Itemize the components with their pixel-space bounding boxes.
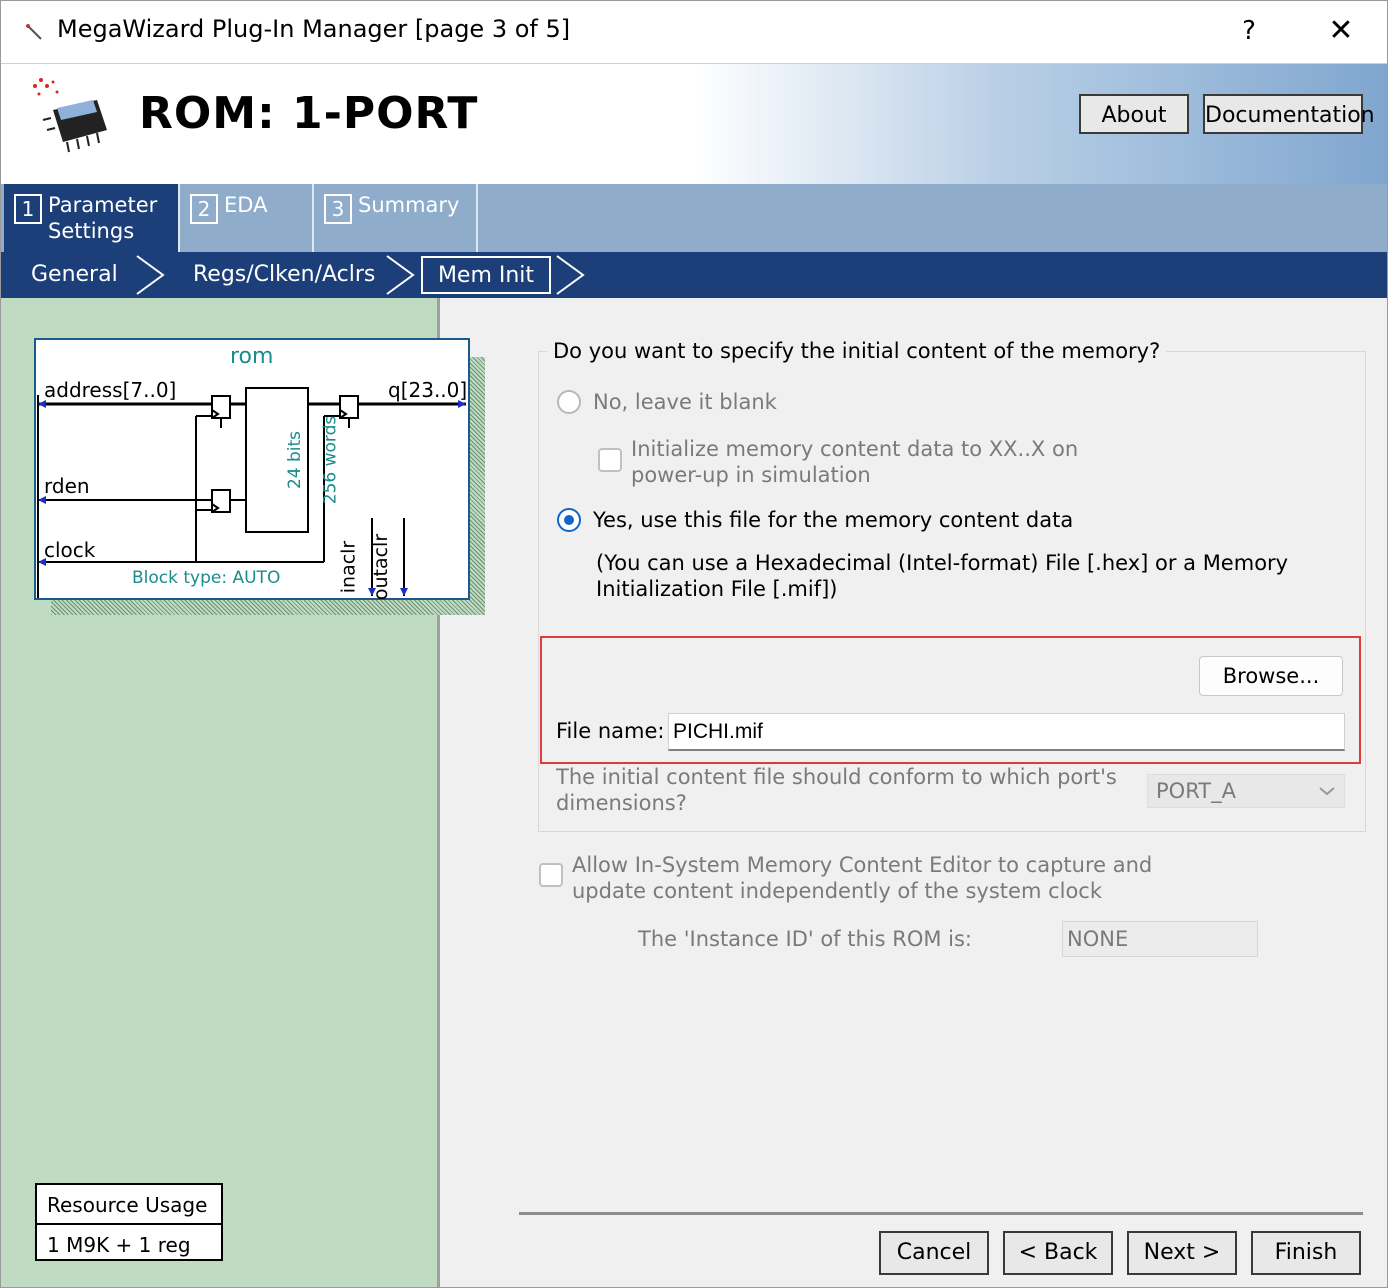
port-question-line2: dimensions? — [556, 791, 687, 815]
about-label: About — [1101, 103, 1167, 128]
memory-depth-label: 256 words — [320, 415, 341, 505]
chevron-right-icon — [136, 255, 165, 295]
resource-usage-title: Resource Usage — [47, 1193, 208, 1217]
port-rden: rden — [44, 474, 90, 498]
cancel-button[interactable]: Cancel — [879, 1231, 989, 1275]
subtab-regs-clken-aclrs[interactable]: Regs/Clken/Aclrs — [193, 252, 375, 298]
resource-usage-value: 1 M9K + 1 reg — [47, 1233, 191, 1257]
allow-editor-checkbox[interactable] — [539, 863, 563, 887]
divider — [37, 1223, 221, 1225]
port-address: address[7..0] — [44, 378, 177, 402]
tab-summary[interactable]: 3 Summary — [314, 184, 478, 252]
about-button[interactable]: About — [1079, 94, 1189, 134]
wizard-wand-icon — [26, 24, 42, 40]
documentation-button[interactable]: Documentation — [1203, 94, 1375, 134]
chevron-right-icon — [556, 255, 585, 295]
port-inaclr: inaclr — [337, 540, 360, 594]
back-button[interactable]: < Back — [1003, 1231, 1113, 1275]
radio-yes-label: Yes, use this file for the memory conten… — [593, 508, 1074, 532]
wizard-header: ROM: 1-PORT About Documentation — [1, 64, 1387, 184]
subtab-bar: General Regs/Clken/Aclrs Mem Init — [1, 252, 1387, 298]
port-q: q[23..0] — [388, 378, 468, 402]
tab-label: Parameter — [48, 193, 158, 217]
megawizard-window: MegaWizard Plug-In Manager [page 3 of 5]… — [0, 0, 1388, 1288]
help-button[interactable]: ? — [1231, 11, 1267, 51]
next-button[interactable]: Next > — [1127, 1231, 1237, 1275]
footer-divider — [519, 1212, 1363, 1215]
page-tabs: 1 Parameter Settings 2 EDA 3 Summary — [1, 184, 1387, 252]
finish-button[interactable]: Finish — [1251, 1231, 1361, 1275]
init-xx-label-line1: Initialize memory content data to XX..X … — [631, 437, 1079, 461]
file-type-hint-line1: (You can use a Hexadecimal (Intel-format… — [596, 551, 1289, 575]
diagram-module-name: rom — [230, 344, 274, 369]
port-outaclr: outaclr — [370, 533, 393, 601]
subtab-general[interactable]: General — [31, 252, 118, 298]
window-title: MegaWizard Plug-In Manager [page 3 of 5] — [57, 15, 571, 43]
instance-id-input[interactable]: NONE — [1062, 921, 1258, 957]
radio-no-label: No, leave it blank — [593, 390, 777, 414]
close-button[interactable]: ✕ — [1319, 11, 1363, 51]
port-clock: clock — [44, 538, 96, 562]
product-title: ROM: 1-PORT — [139, 88, 479, 139]
radio-yes-use-file[interactable] — [557, 508, 581, 532]
chevron-down-icon — [1319, 787, 1335, 796]
allow-editor-label-line1: Allow In-System Memory Content Editor to… — [572, 853, 1153, 877]
allow-editor-label-line2: update content independently of the syst… — [572, 879, 1103, 903]
chevron-right-icon — [386, 255, 415, 295]
port-question-line1: The initial content file should conform … — [556, 765, 1117, 789]
radio-no-leave-blank[interactable] — [557, 390, 581, 414]
tab-label: EDA — [224, 193, 268, 217]
symbol-diagram: rom address[7..0] q[23..0] rden clock Bl… — [34, 338, 470, 600]
file-type-hint-line2: Initialization File [.mif]) — [596, 577, 838, 601]
tab-number: 2 — [190, 194, 218, 224]
block-type-label: Block type: AUTO — [132, 568, 281, 588]
tab-number: 1 — [14, 194, 42, 224]
init-xx-label-line2: power-up in simulation — [631, 463, 871, 487]
file-name-label: File name: — [556, 719, 665, 743]
port-select-value: PORT_A — [1156, 779, 1236, 803]
browse-label: Browse... — [1222, 664, 1320, 688]
init-xx-checkbox[interactable] — [598, 448, 622, 472]
memory-width-label: 24 bits — [285, 430, 306, 490]
tab-number: 3 — [324, 194, 352, 224]
megafunction-chip-icon — [33, 78, 107, 153]
documentation-label: Documentation — [1205, 103, 1375, 128]
instance-id-label: The 'Instance ID' of this ROM is: — [638, 927, 972, 951]
title-bar: MegaWizard Plug-In Manager [page 3 of 5]… — [1, 1, 1387, 64]
subtab-mem-init[interactable]: Mem Init — [421, 256, 551, 294]
file-name-input[interactable] — [668, 713, 1345, 751]
tab-label-line2: Settings — [48, 219, 135, 243]
tab-parameter-settings[interactable]: 1 Parameter Settings — [4, 184, 180, 252]
tab-eda[interactable]: 2 EDA — [180, 184, 314, 252]
tab-label: Summary — [358, 193, 460, 217]
resource-usage-box: Resource Usage 1 M9K + 1 reg — [35, 1183, 223, 1261]
instance-id-value: NONE — [1067, 927, 1129, 951]
browse-button[interactable]: Browse... — [1199, 656, 1343, 696]
port-select[interactable]: PORT_A — [1147, 774, 1345, 808]
memory-content-question: Do you want to specify the initial conte… — [547, 339, 1167, 363]
